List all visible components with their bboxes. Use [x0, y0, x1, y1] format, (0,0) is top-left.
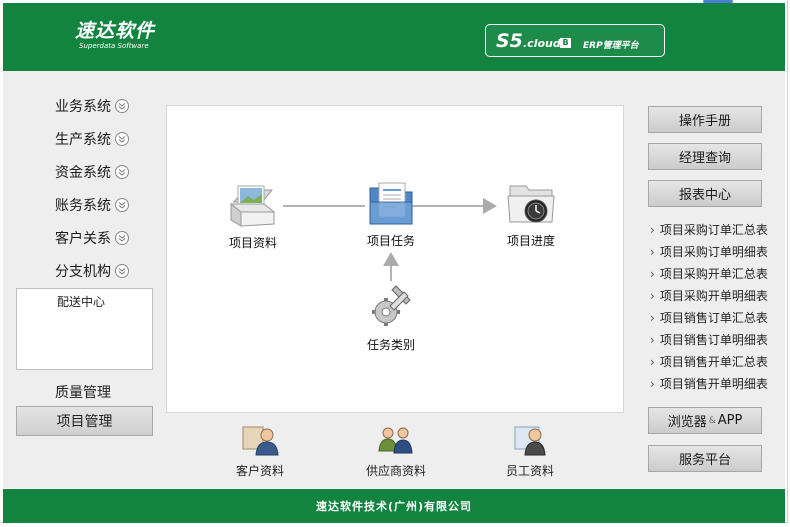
- sidebar-item-production[interactable]: 生产系统: [55, 129, 129, 149]
- product-s5: S5: [496, 30, 523, 52]
- sidebar-item-accounting[interactable]: 账务系统: [55, 195, 129, 215]
- report-link[interactable]: › 项目销售开单汇总表: [650, 353, 768, 370]
- chevron-down-icon: [115, 132, 129, 146]
- button-label: 操作手册: [678, 114, 731, 129]
- node-project-info[interactable]: 项目资料: [225, 182, 281, 251]
- node-project-task[interactable]: 项目任务: [363, 180, 419, 249]
- sidebar-item-quality[interactable]: 质量管理: [55, 382, 111, 402]
- report-link[interactable]: › 项目采购订单汇总表: [650, 221, 768, 238]
- button-label: APP: [717, 413, 743, 428]
- chevron-right-icon: ›: [650, 245, 655, 259]
- report-link-label: 项目采购开单汇总表: [659, 267, 768, 281]
- browser-app-button[interactable]: 浏览器 & APP: [648, 407, 762, 434]
- submenu-item-distribution[interactable]: 配送中心: [57, 293, 105, 310]
- chevron-right-icon: ›: [650, 333, 655, 347]
- product-title: ERP管理平台: [583, 41, 639, 51]
- app-frame: 速达软件 Superdata Software S5 .cloud B ERP管…: [0, 0, 788, 523]
- node-project-progress[interactable]: 项目进度: [503, 180, 559, 249]
- report-link-label: 项目采购订单明细表: [659, 245, 768, 259]
- chevron-down-icon: [115, 198, 129, 212]
- sidebar-item-label: 分支机构: [55, 264, 111, 280]
- service-platform-button[interactable]: 服务平台: [648, 445, 762, 472]
- sidebar-item-crm[interactable]: 客户关系: [55, 228, 129, 248]
- flow-arrows: [283, 198, 497, 281]
- task-folder-icon: [369, 182, 413, 225]
- footer: 速达软件技术(广州)有限公司: [3, 489, 785, 523]
- node-label: 任务类别: [366, 338, 415, 352]
- sidebar-item-label: 项目管理: [56, 414, 113, 430]
- employee-icon: [514, 426, 546, 456]
- chevron-right-icon: ›: [650, 311, 655, 325]
- shortcut-supplier[interactable]: 供应商资料: [360, 423, 432, 479]
- report-link-label: 项目采购订单汇总表: [659, 223, 768, 237]
- report-link[interactable]: › 项目销售开单明细表: [650, 375, 768, 392]
- shortcut-employee[interactable]: 员工资料: [500, 423, 560, 479]
- header: 速达软件 Superdata Software S5 .cloud B ERP管…: [3, 3, 785, 71]
- chevron-right-icon: ›: [650, 267, 655, 281]
- amp-separator: &: [708, 415, 716, 426]
- logo-main: 速达软件: [75, 20, 156, 42]
- chevron-right-icon: ›: [650, 289, 655, 303]
- sidebar-item-project[interactable]: 项目管理: [16, 406, 153, 436]
- button-label: 服务平台: [678, 453, 731, 468]
- branch-submenu: 配送中心: [16, 288, 153, 370]
- sidebar-item-label: 账务系统: [55, 198, 111, 214]
- sidebar-item-business[interactable]: 业务系统: [55, 96, 129, 116]
- report-center-button[interactable]: 报表中心: [648, 180, 762, 207]
- shortcut-label: 客户资料: [235, 464, 284, 478]
- node-task-type[interactable]: 任务类别: [363, 284, 419, 353]
- manager-query-button[interactable]: 经理查询: [648, 143, 762, 170]
- supplier-group-icon: [378, 427, 413, 454]
- report-link[interactable]: › 项目销售订单明细表: [650, 331, 768, 348]
- button-label: 报表中心: [678, 188, 731, 203]
- node-label: 项目进度: [506, 234, 555, 248]
- product-badge-box: S5 .cloud B ERP管理平台: [485, 24, 665, 57]
- chevron-right-icon: ›: [650, 377, 655, 391]
- product-edition-badge: B: [560, 38, 571, 48]
- report-link-label: 项目销售开单汇总表: [659, 355, 768, 369]
- footer-company: 速达软件技术(广州)有限公司: [315, 500, 473, 513]
- node-label: 项目资料: [228, 236, 277, 250]
- logo-sub: Superdata Software: [79, 42, 149, 50]
- sidebar-item-label: 客户关系: [55, 231, 111, 247]
- sidebar-item-label: 生产系统: [55, 132, 111, 148]
- tools-gear-icon: [372, 285, 411, 326]
- report-link[interactable]: › 项目采购订单明细表: [650, 243, 768, 260]
- chevron-down-icon: [115, 165, 129, 179]
- shortcut-label: 供应商资料: [365, 464, 426, 478]
- product-cloud: .cloud: [523, 37, 561, 50]
- chevron-right-icon: ›: [650, 355, 655, 369]
- report-link[interactable]: › 项目采购开单汇总表: [650, 265, 768, 282]
- sidebar-item-funds[interactable]: 资金系统: [55, 162, 129, 182]
- chevron-down-icon: [115, 264, 129, 278]
- button-label: 经理查询: [678, 151, 731, 166]
- manual-button[interactable]: 操作手册: [648, 106, 762, 133]
- sidebar-item-branches[interactable]: 分支机构: [55, 261, 129, 281]
- logo: 速达软件 Superdata Software: [75, 21, 155, 50]
- chevron-down-icon: [115, 231, 129, 245]
- folder-clock-icon: [507, 185, 555, 223]
- button-label: 浏览器: [667, 415, 707, 430]
- chevron-down-icon: [115, 99, 129, 113]
- folder-photo-icon: [229, 185, 276, 227]
- node-label: 项目任务: [366, 234, 415, 248]
- report-link-label: 项目销售开单明细表: [659, 377, 768, 391]
- report-link-label: 项目销售订单明细表: [659, 333, 768, 347]
- report-link-label: 项目销售订单汇总表: [659, 311, 768, 325]
- chevron-right-icon: ›: [650, 223, 655, 237]
- report-link[interactable]: › 项目销售订单汇总表: [650, 309, 768, 326]
- customer-icon: [242, 426, 279, 456]
- sidebar-item-label: 资金系统: [55, 165, 111, 181]
- shortcut-label: 员工资料: [505, 464, 554, 478]
- shortcut-customer[interactable]: 客户资料: [230, 423, 290, 479]
- flow-panel: 项目资料 项目任务 项目进度 任务类别: [166, 105, 624, 413]
- report-link-label: 项目采购开单明细表: [659, 289, 768, 303]
- sidebar-item-label: 业务系统: [55, 99, 111, 115]
- report-link[interactable]: › 项目采购开单明细表: [650, 287, 768, 304]
